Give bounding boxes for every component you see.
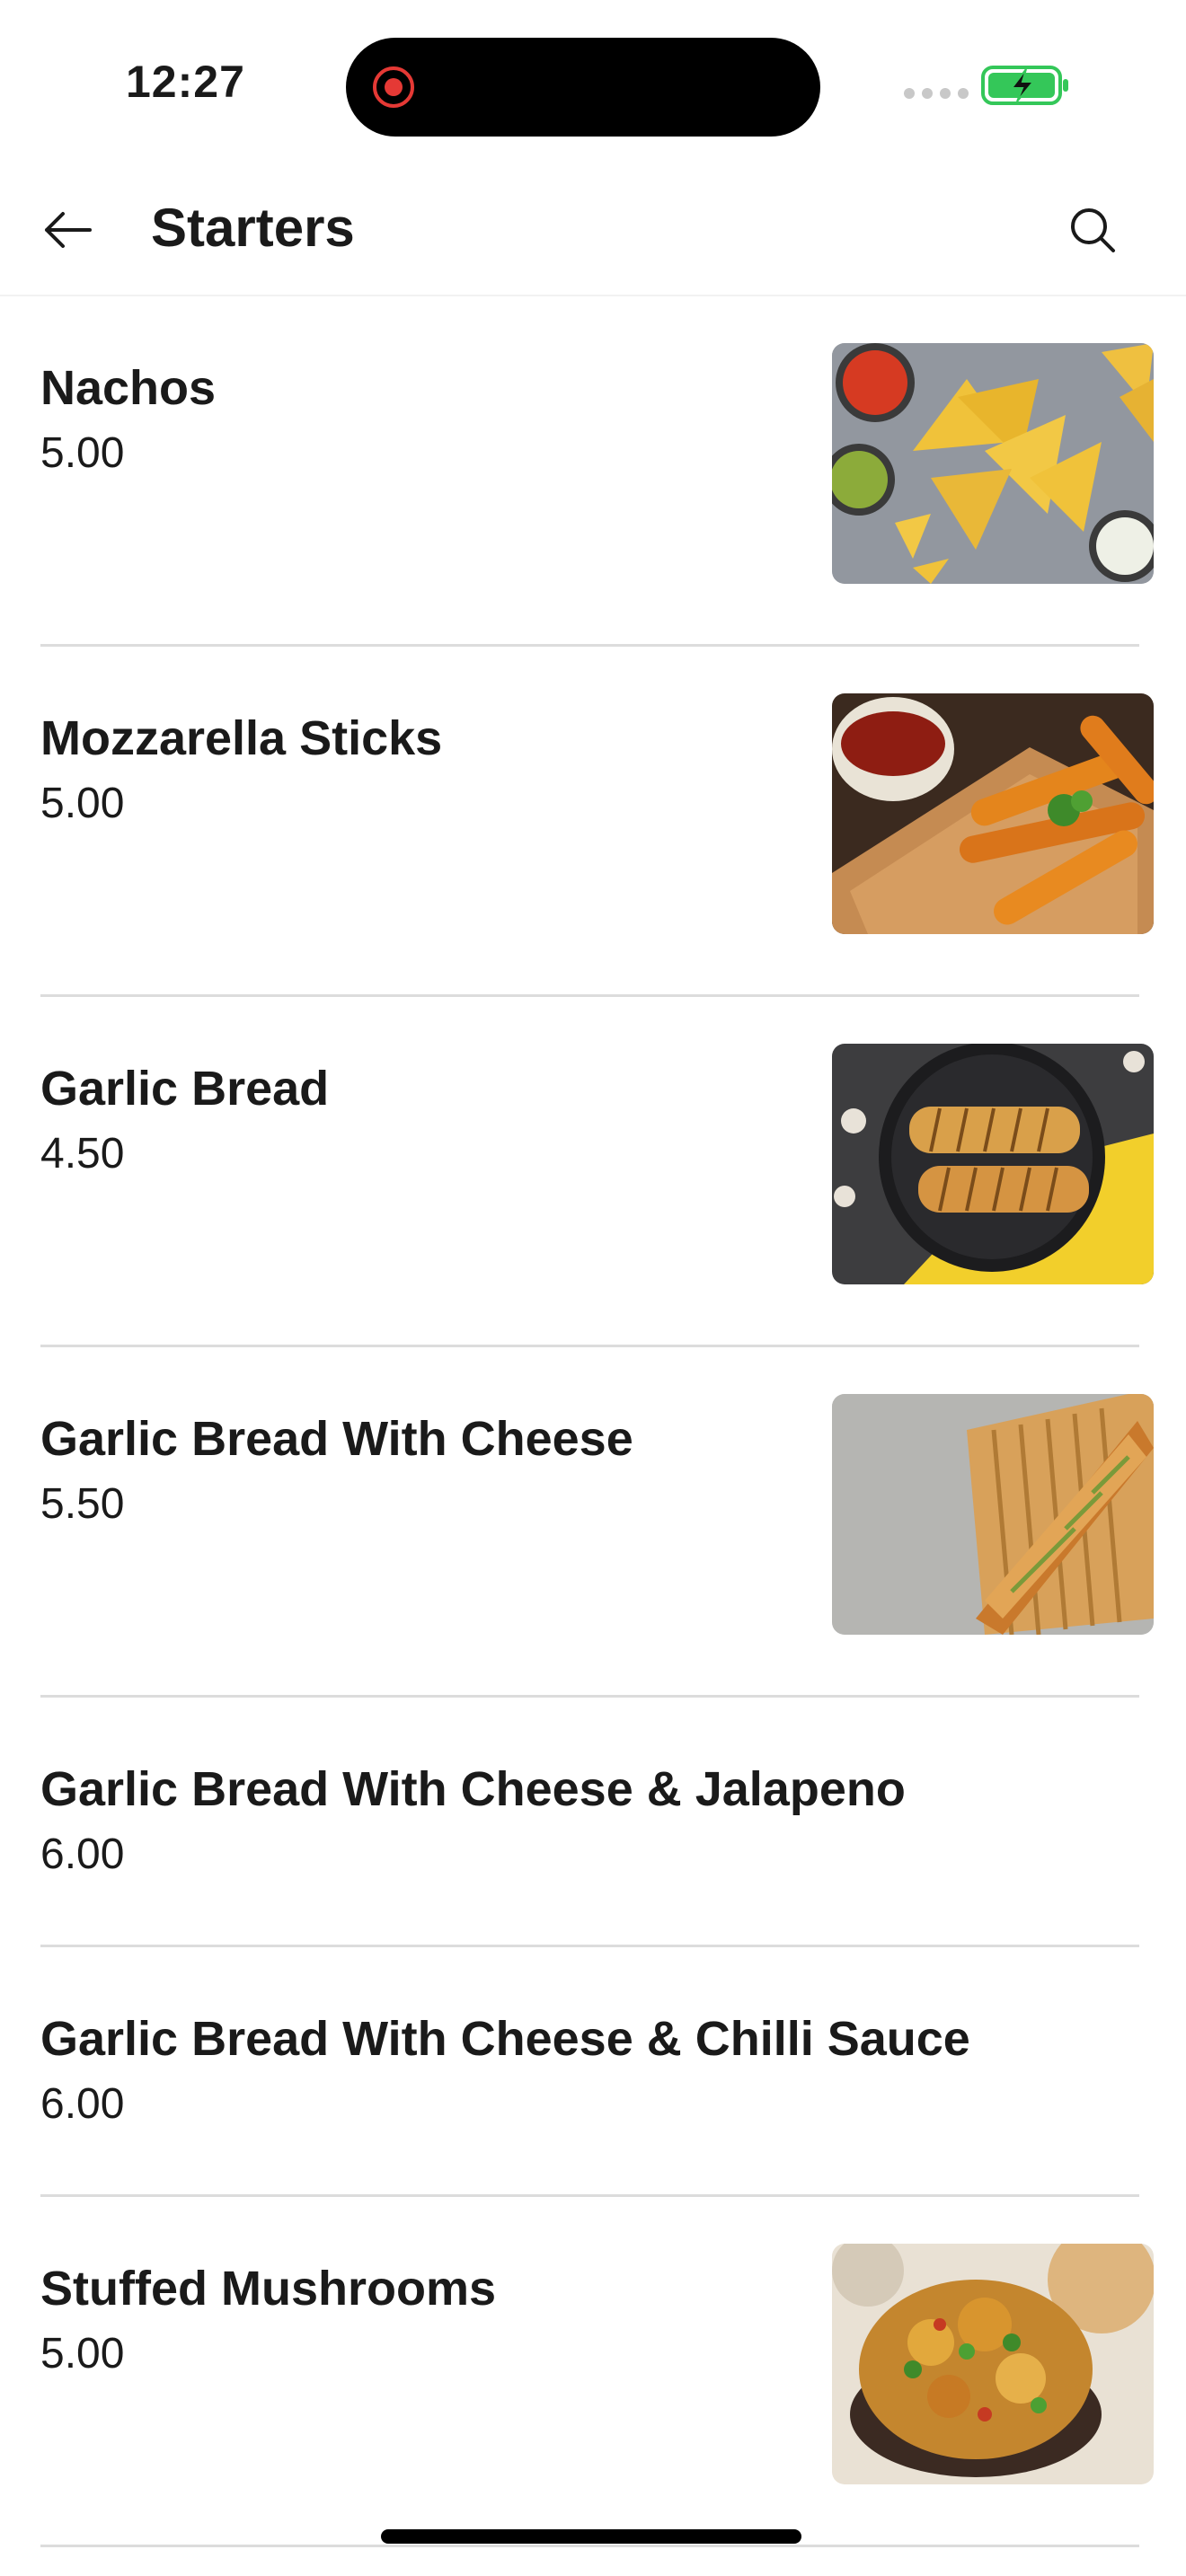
item-name: Mozzarella Sticks: [40, 711, 443, 765]
item-price: 5.50: [40, 1479, 125, 1528]
divider: [40, 2545, 1139, 2547]
item-price: 4.50: [40, 1129, 125, 1178]
menu-item[interactable]: Garlic Bread 4.50: [0, 997, 1186, 1347]
screen-recording-icon: [373, 66, 414, 108]
page-title: Starters: [151, 198, 355, 258]
status-bar: 12:27: [0, 0, 1186, 153]
item-name: Garlic Bread With Cheese & Jalapeno: [40, 1762, 906, 1816]
item-name: Garlic Bread With Cheese & Chilli Sauce: [40, 2012, 970, 2066]
back-button[interactable]: [36, 198, 101, 262]
menu-item[interactable]: Garlic Bread With Cheese & Jalapeno 6.00: [0, 1698, 1186, 1947]
item-name: Stuffed Mushrooms: [40, 2262, 496, 2316]
item-name: Nachos: [40, 361, 217, 415]
mozzarella-sticks-photo: [832, 693, 1154, 934]
dynamic-island: [346, 38, 820, 137]
menu-item[interactable]: Nachos 5.00: [0, 296, 1186, 647]
garlic-bread-photo: [832, 1044, 1154, 1284]
menu-item[interactable]: Garlic Bread With Cheese & Chilli Sauce …: [0, 1947, 1186, 2197]
menu-list: Nachos 5.00 Mozzarella Sticks 5.00 Garli…: [0, 296, 1186, 2547]
menu-item[interactable]: Mozzarella Sticks 5.00: [0, 647, 1186, 997]
stuffed-mushrooms-photo: [832, 2244, 1154, 2484]
item-price: 6.00: [40, 2079, 125, 2128]
home-indicator[interactable]: [381, 2529, 801, 2544]
item-name: Garlic Bread With Cheese: [40, 1412, 633, 1466]
status-time: 12:27: [126, 57, 245, 107]
menu-item[interactable]: Stuffed Mushrooms 5.00: [0, 2197, 1186, 2547]
item-price: 6.00: [40, 1830, 125, 1878]
item-price: 5.00: [40, 428, 125, 477]
menu-item[interactable]: Garlic Bread With Cheese 5.50: [0, 1347, 1186, 1698]
garlic-bread-cheese-photo: [832, 1394, 1154, 1635]
item-price: 5.00: [40, 2329, 125, 2378]
nachos-photo: [832, 343, 1154, 584]
item-name: Garlic Bread: [40, 1062, 330, 1116]
search-icon: [1071, 208, 1115, 252]
battery-charging-icon: [981, 66, 1068, 105]
arrow-left-icon: [45, 212, 92, 248]
cellular-signal-icon: [904, 88, 969, 99]
item-price: 5.00: [40, 779, 125, 827]
app-header: Starters: [0, 162, 1186, 296]
search-button[interactable]: [1060, 198, 1125, 262]
